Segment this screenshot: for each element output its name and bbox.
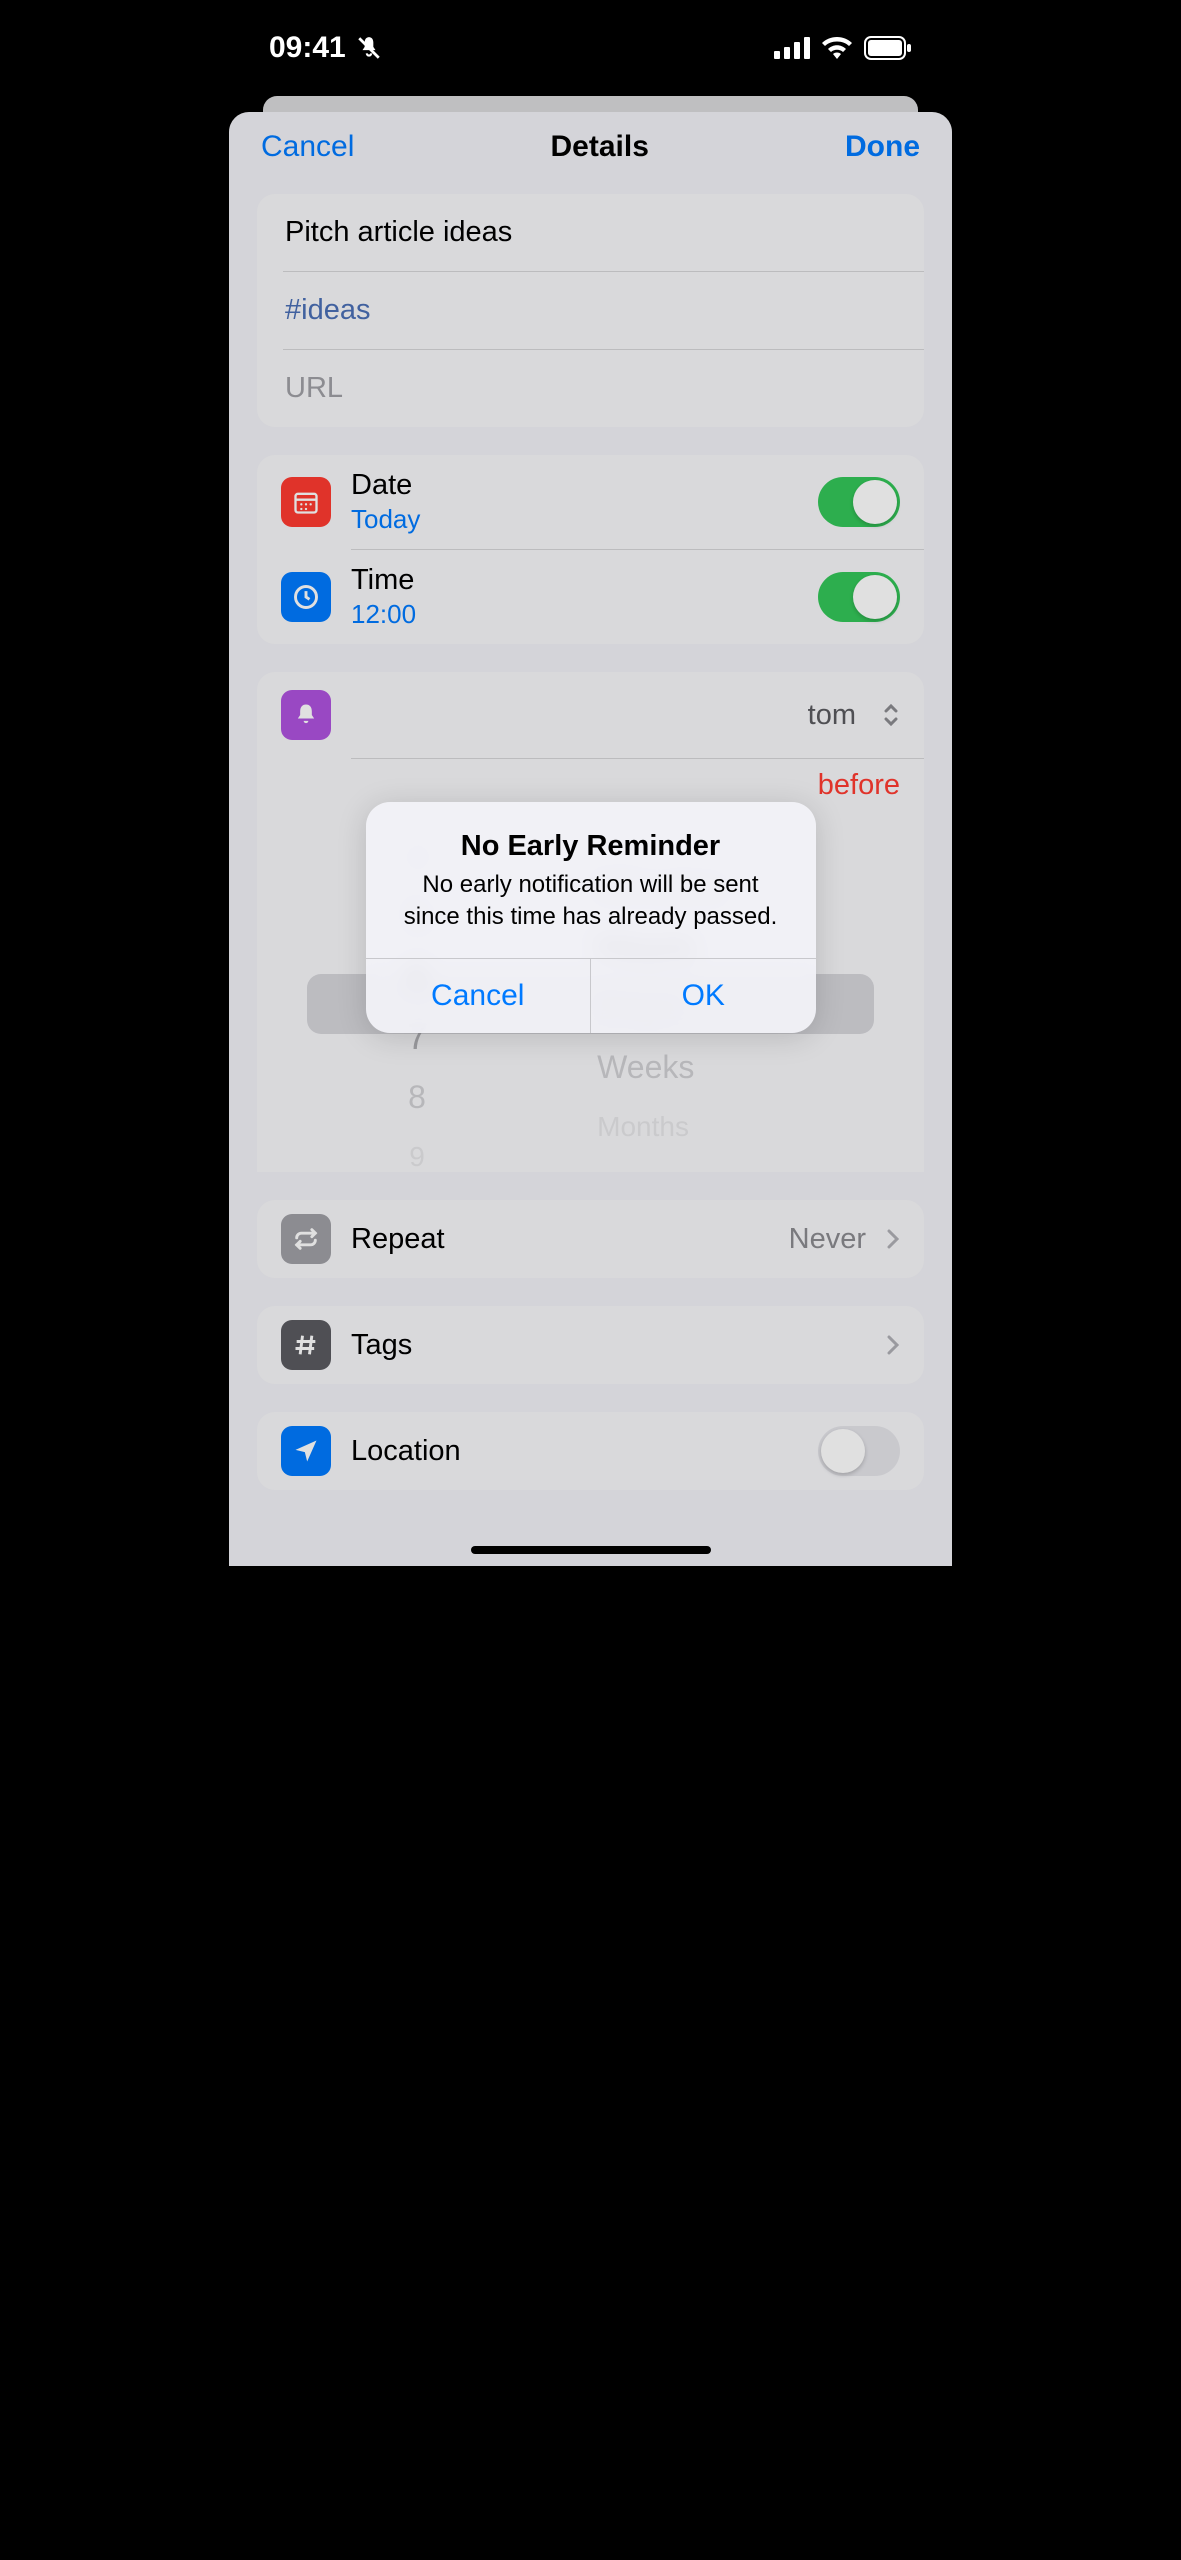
alert-backdrop: No Early Reminder No early notification … [229, 112, 952, 1566]
details-sheet: Cancel Details Done Pitch article ideas … [229, 112, 952, 1566]
alert-ok-button[interactable]: OK [591, 959, 816, 1033]
alert-title: No Early Reminder [392, 830, 790, 863]
status-bar: 09:41 [229, 0, 952, 95]
alert-cancel-button[interactable]: Cancel [366, 959, 592, 1033]
battery-icon [864, 36, 912, 60]
bell-slash-icon [356, 35, 382, 61]
signal-icon [774, 37, 810, 59]
alert-message: No early notification will be sent since… [392, 869, 790, 934]
home-indicator[interactable] [471, 1546, 711, 1554]
status-time: 09:41 [269, 31, 346, 65]
wifi-icon [822, 37, 852, 59]
alert-dialog: No Early Reminder No early notification … [366, 802, 816, 1033]
